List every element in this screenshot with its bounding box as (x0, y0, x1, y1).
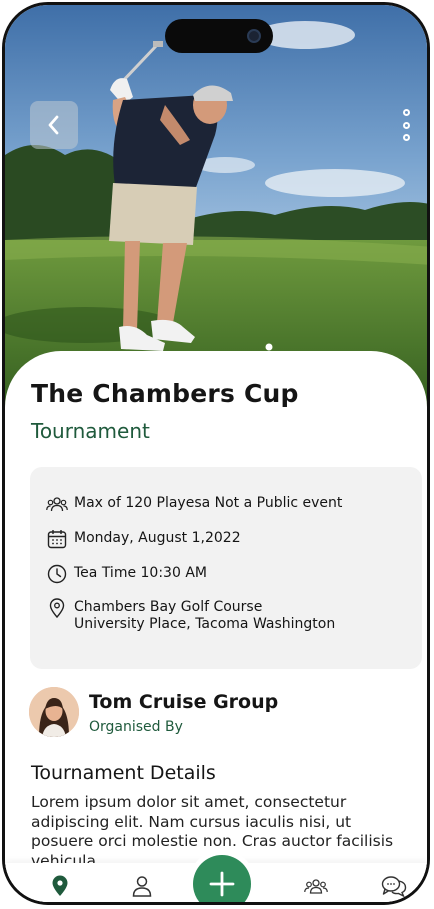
tab-chat[interactable] (379, 871, 409, 901)
details-heading: Tournament Details (31, 762, 216, 784)
front-camera (247, 29, 261, 43)
info-time-row: Tea Time 10:30 AM (46, 563, 207, 585)
add-button[interactable] (193, 855, 251, 902)
info-players-text: Max of 120 Playesa Not a Public event (74, 495, 343, 511)
more-options-button[interactable] (397, 109, 415, 141)
location-line-1: Chambers Bay Golf Course (74, 599, 263, 615)
event-category: Tournament (31, 419, 150, 443)
clock-icon (46, 563, 68, 585)
plus-icon (209, 871, 235, 897)
info-date-text: Monday, August 1,2022 (74, 530, 241, 546)
group-icon (304, 879, 328, 894)
avatar (29, 687, 79, 737)
phone-frame: The Chambers Cup Tournament Max of 120 P… (2, 2, 430, 905)
tab-groups[interactable] (301, 871, 331, 901)
info-location-row: Chambers Bay Golf Course University Plac… (46, 597, 335, 633)
organiser-role: Organised By (89, 719, 183, 735)
back-button[interactable] (30, 101, 78, 149)
calendar-icon (46, 528, 68, 550)
location-pin-icon (46, 597, 68, 619)
more-vertical-icon (402, 121, 410, 129)
chevron-left-icon (48, 115, 59, 135)
info-time-text: Tea Time 10:30 AM (74, 565, 207, 581)
tab-profile[interactable] (127, 871, 157, 901)
camera-notch (165, 19, 273, 53)
event-info-card: Max of 120 Playesa Not a Public event Mo… (30, 467, 422, 669)
map-pin-icon (52, 875, 68, 896)
organiser-name: Tom Cruise Group (89, 691, 279, 713)
info-location-text: Chambers Bay Golf Course University Plac… (74, 597, 335, 633)
info-players-row: Max of 120 Playesa Not a Public event (46, 493, 342, 515)
info-date-row: Monday, August 1,2022 (46, 528, 241, 550)
event-title: The Chambers Cup (31, 379, 299, 408)
location-line-2: University Place, Tacoma Washington (74, 616, 336, 632)
chat-icon (381, 876, 407, 897)
more-vertical-icon (402, 109, 410, 116)
tab-map[interactable] (45, 871, 75, 901)
more-vertical-icon (402, 134, 410, 141)
group-icon (46, 493, 68, 515)
user-icon (132, 876, 152, 897)
